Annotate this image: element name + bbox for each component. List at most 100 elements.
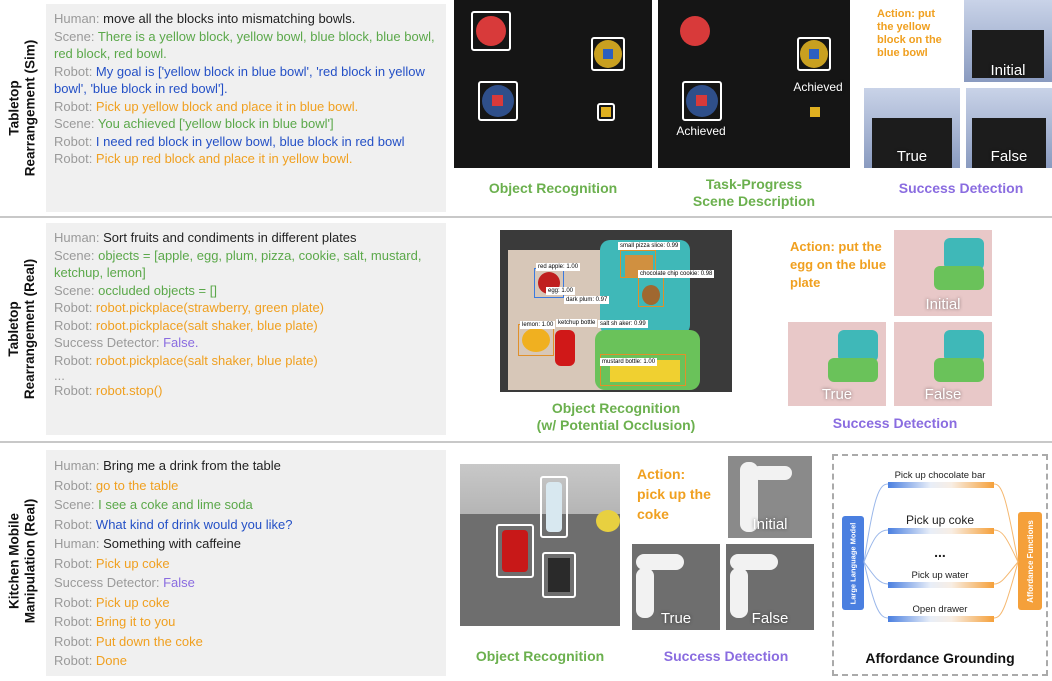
- utterance: Pick up red block and place it in yellow…: [95, 151, 353, 166]
- speaker: Human:: [54, 458, 104, 473]
- row-separator: [0, 441, 1052, 443]
- caption-success-detection-sim: Success Detection: [898, 180, 1024, 196]
- sim-task-progress-image: Achieved Achieved: [658, 0, 850, 168]
- speaker: Robot:: [54, 300, 96, 315]
- utterance: Something with caffeine: [103, 536, 241, 551]
- bbox-blue-bowl: [682, 81, 722, 121]
- dialog-line: Human: Sort fruits and condiments in dif…: [54, 229, 438, 247]
- speaker: Robot:: [54, 63, 96, 79]
- utterance: robot.pickplace(salt shaker, blue plate): [95, 317, 318, 333]
- bbox-chocolate: [542, 552, 576, 598]
- utterance: robot.pickplace(salt shaker, blue plate): [95, 352, 318, 368]
- dialog-line: Scene: I see a coke and lime soda: [54, 495, 438, 515]
- utterance: Sort fruits and condiments in different …: [103, 230, 357, 245]
- utterance: Bring it to you: [95, 614, 176, 629]
- row-label-kitchen: Kitchen Mobile Manipulation (Real): [0, 446, 44, 676]
- false-label: False: [751, 610, 789, 627]
- utterance: You achieved ['yellow block in blue bowl…: [97, 116, 334, 131]
- speaker: Robot:: [54, 555, 96, 571]
- dialog-real: Human: Sort fruits and condiments in dif…: [46, 223, 446, 435]
- tray-green: [934, 358, 984, 382]
- true-label: True: [660, 610, 692, 627]
- dialog-line: Robot: Pick up coke: [54, 554, 438, 574]
- row-label-sim: Tabletop Rearrangement (Sim): [0, 0, 44, 215]
- affordance-bar: [888, 528, 994, 534]
- utterance: robot.pickplace(strawberry, green plate): [95, 300, 325, 315]
- speaker: Robot:: [54, 383, 96, 398]
- utterance: Pick up coke: [95, 594, 170, 610]
- dialog-line: Robot: Pick up red block and place it in…: [54, 150, 438, 168]
- speaker: Robot:: [54, 614, 96, 629]
- row-label-real: Tabletop Rearrangement (Real): [0, 220, 44, 438]
- yellow-block: [810, 107, 820, 117]
- speaker: Robot:: [54, 133, 96, 149]
- true-label: True: [896, 148, 928, 165]
- speaker: Robot:: [54, 594, 96, 610]
- bbox-water: [540, 476, 568, 538]
- bbox-blue-bowl: [478, 81, 518, 121]
- sim-true-image: True: [864, 88, 960, 168]
- affordance-item-drawer: Open drawer: [912, 604, 968, 615]
- utterance: False.: [163, 335, 199, 350]
- initial-label: Initial: [752, 516, 788, 533]
- dialog-line: Human: Bring me a drink from the table: [54, 456, 438, 476]
- affordance-item-chocolate: Pick up chocolate bar: [894, 470, 986, 481]
- utterance: I see a coke and lime soda: [98, 497, 253, 512]
- utterance: Put down the coke: [95, 633, 203, 649]
- utterance: Pick up yellow block and place it in blu…: [95, 98, 359, 114]
- bbox-red-bowl: [471, 11, 511, 51]
- caption-object-recognition-sim: Object Recognition: [488, 180, 618, 196]
- sim-object-recognition-image: [454, 0, 652, 168]
- dialog-line: Robot: robot.stop(): [54, 382, 438, 400]
- utterance: Done: [95, 653, 127, 668]
- kitchen-false-image: False: [726, 544, 814, 630]
- kitchen-true-image: True: [632, 544, 720, 630]
- det-label: mustard bottle: 1.00: [600, 358, 658, 366]
- real-false-image: False: [894, 322, 992, 406]
- dialog-line: Robot: Bring it to you: [54, 612, 438, 632]
- dialog-line: ...: [54, 369, 438, 382]
- initial-label: Initial: [925, 296, 961, 313]
- dialog-line: Robot: I need red block in yellow bowl, …: [54, 133, 438, 151]
- affordance-bar: [888, 482, 994, 488]
- initial-label: Initial: [990, 62, 1026, 79]
- dialog-sim: Human: move all the blocks into mismatch…: [46, 4, 446, 212]
- row-label-kitchen-text: Kitchen Mobile Manipulation (Real): [6, 498, 37, 624]
- speaker: Scene:: [54, 247, 99, 263]
- dialog-line: Success Detector: False: [54, 573, 438, 593]
- caption-object-recognition-kitchen: Object Recognition: [475, 648, 605, 664]
- det-label: chocolate chip cookie: 0.98: [638, 270, 715, 278]
- speaker: Robot:: [54, 151, 96, 166]
- affordance-bar: [888, 616, 994, 622]
- affordance-item-coke: Pick up coke: [905, 513, 975, 527]
- kitchen-object-recognition-image: [460, 464, 620, 626]
- det-label: red apple: 1.00: [536, 263, 581, 271]
- det-label: salt sh aker: 0.99: [598, 320, 648, 328]
- affordance-item-water: Pick up water: [911, 570, 969, 581]
- dialog-line: Robot: go to the table: [54, 476, 438, 496]
- speaker: Robot:: [54, 516, 96, 532]
- caption-affordance-grounding: Affordance Grounding: [865, 650, 1015, 666]
- utterance: I need red block in yellow bowl, blue bl…: [95, 133, 405, 149]
- dialog-line: Scene: There is a yellow block, yellow b…: [54, 28, 438, 63]
- utterance: robot.stop(): [95, 383, 163, 398]
- row-label-sim-text: Tabletop Rearrangement (Sim): [6, 39, 38, 176]
- robot-arm-upper: [752, 466, 792, 480]
- dialog-line: Robot: My goal is ['yellow block in blue…: [54, 63, 438, 98]
- ketchup: [555, 330, 575, 366]
- dialog-line: Robot: robot.pickplace(salt shaker, blue…: [54, 317, 438, 335]
- dialog-line: Robot: Done: [54, 651, 438, 671]
- det-label: ketchup bottle: [556, 319, 598, 327]
- achieved-label: Achieved: [793, 80, 843, 94]
- red-bowl: [680, 16, 710, 46]
- speaker: ...: [54, 368, 65, 383]
- utterance: Bring me a drink from the table: [103, 458, 281, 473]
- real-object-recognition-image: small pizza slice: 0.99 chocolate chip c…: [500, 230, 732, 392]
- speaker: Human:: [54, 230, 104, 245]
- dialog-line: Robot: Pick up yellow block and place it…: [54, 98, 438, 116]
- speaker: Robot:: [54, 633, 96, 649]
- det-label: lemon: 1.00: [520, 321, 556, 329]
- dialog-line: Robot: Pick up coke: [54, 593, 438, 613]
- dialog-line: Scene: occluded objects = []: [54, 282, 438, 300]
- speaker: Human:: [54, 11, 104, 26]
